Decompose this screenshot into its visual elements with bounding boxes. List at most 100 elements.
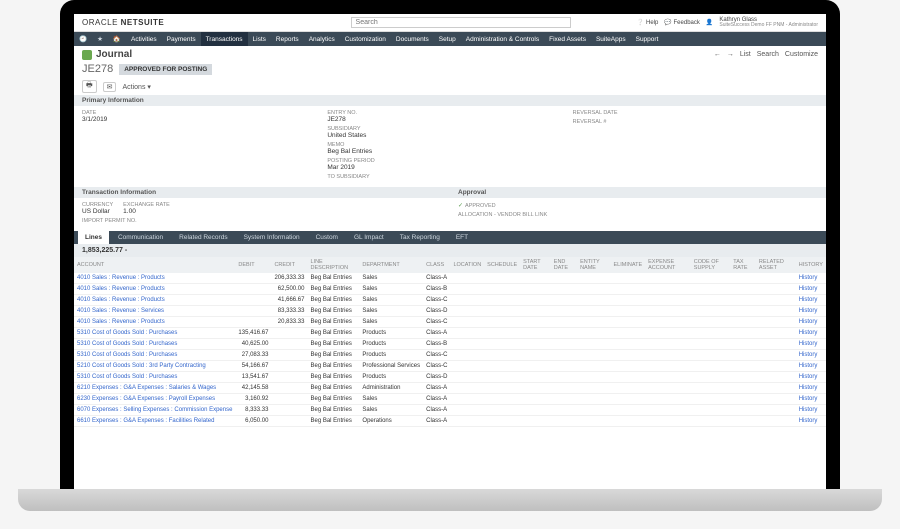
nav-icon[interactable]: ★ [92,32,108,46]
history-link[interactable]: History [796,295,826,306]
list-link[interactable]: List [740,51,751,58]
nav-item-documents[interactable]: Documents [391,32,434,46]
table-row[interactable]: 6610 Expenses : G&A Expenses : Facilitie… [74,416,826,427]
col-header: TAX RATE [730,257,756,273]
entity-cell [577,416,610,427]
account-cell[interactable]: 5310 Cost of Goods Sold : Purchases [74,339,235,350]
customize-link[interactable]: Customize [785,51,818,58]
account-cell[interactable]: 6610 Expenses : G&A Expenses : Facilitie… [74,416,235,427]
nav-item-payments[interactable]: Payments [162,32,201,46]
desc-cell: Beg Bal Entries [307,306,359,317]
account-cell[interactable]: 4010 Sales : Revenue : Services [74,306,235,317]
history-link[interactable]: History [796,350,826,361]
user-menu[interactable]: Kathryn Glass SuiteSuccess Demo FF PNM -… [719,17,818,28]
nav-item-activities[interactable]: Activities [126,32,162,46]
history-link[interactable]: History [796,317,826,328]
table-row[interactable]: 4010 Sales : Revenue : Products206,333.3… [74,273,826,284]
feedback-link[interactable]: 💬 Feedback [664,19,700,26]
account-cell[interactable]: 5310 Cost of Goods Sold : Purchases [74,350,235,361]
email-button[interactable]: ✉ [103,82,117,92]
lines-grid[interactable]: ACCOUNTDEBITCREDITLINE DESCRIPTIONDEPART… [74,257,826,489]
table-row[interactable]: 5310 Cost of Goods Sold : Purchases27,08… [74,350,826,361]
account-cell[interactable]: 5210 Cost of Goods Sold : 3rd Party Cont… [74,361,235,372]
search-input[interactable] [351,17,571,28]
nav-item-customization[interactable]: Customization [340,32,391,46]
account-cell[interactable]: 6070 Expenses : Selling Expenses : Commi… [74,405,235,416]
table-row[interactable]: 5310 Cost of Goods Sold : Purchases13,54… [74,372,826,383]
supply-cell [691,361,730,372]
nav-item-fixed-assets[interactable]: Fixed Assets [544,32,591,46]
table-row[interactable]: 4010 Sales : Revenue : Services83,333.33… [74,306,826,317]
nav-item-lists[interactable]: Lists [248,32,271,46]
account-cell[interactable]: 4010 Sales : Revenue : Products [74,295,235,306]
nav-item-support[interactable]: Support [631,32,664,46]
enddate-cell [551,284,577,295]
history-link[interactable]: History [796,306,826,317]
history-link[interactable]: History [796,361,826,372]
table-row[interactable]: 6070 Expenses : Selling Expenses : Commi… [74,405,826,416]
nav-item-suiteapps[interactable]: SuiteApps [591,32,631,46]
account-cell[interactable]: 4010 Sales : Revenue : Products [74,317,235,328]
table-row[interactable]: 5210 Cost of Goods Sold : 3rd Party Cont… [74,361,826,372]
actions-menu[interactable]: Actions ▾ [122,83,150,91]
enddate-cell [551,273,577,284]
history-link[interactable]: History [796,394,826,405]
nav-forward[interactable]: → [727,51,734,58]
table-row[interactable]: 4010 Sales : Revenue : Products62,500.00… [74,284,826,295]
search-link[interactable]: Search [757,51,779,58]
eliminate-cell [611,284,646,295]
tab-lines[interactable]: Lines [78,231,109,244]
tab-related-records[interactable]: Related Records [172,231,234,244]
table-row[interactable]: 5310 Cost of Goods Sold : Purchases40,62… [74,339,826,350]
account-cell[interactable]: 5310 Cost of Goods Sold : Purchases [74,372,235,383]
status-badge: APPROVED FOR POSTING [119,64,212,75]
startdate-cell [520,405,551,416]
history-link[interactable]: History [796,273,826,284]
asset-cell [756,328,796,339]
history-link[interactable]: History [796,328,826,339]
tab-communication[interactable]: Communication [111,231,170,244]
nav-back[interactable]: ← [714,51,721,58]
account-cell[interactable]: 4010 Sales : Revenue : Products [74,273,235,284]
tab-gl-impact[interactable]: GL Impact [347,231,391,244]
taxrate-cell [730,405,756,416]
account-cell[interactable]: 4010 Sales : Revenue : Products [74,284,235,295]
tab-eft[interactable]: EFT [449,231,475,244]
nav-icon[interactable]: 🏠 [108,32,126,46]
col-header: DEBIT [235,257,271,273]
print-button[interactable]: 🖶 [82,80,97,93]
class-cell: Class-A [423,405,450,416]
history-link[interactable]: History [796,372,826,383]
history-link[interactable]: History [796,416,826,427]
help-link[interactable]: ❔ Help [637,19,658,26]
table-row[interactable]: 4010 Sales : Revenue : Products41,666.67… [74,295,826,306]
account-cell[interactable]: 6210 Expenses : G&A Expenses : Salaries … [74,383,235,394]
nav-item-administration-controls[interactable]: Administration & Controls [461,32,544,46]
table-row[interactable]: 4010 Sales : Revenue : Products 20,833.33… [74,317,826,328]
credit-cell: 20,833.33 [271,317,307,328]
eliminate-cell [611,273,646,284]
nav-icon[interactable]: 🕘 [74,32,92,46]
account-cell[interactable]: 6230 Expenses : G&A Expenses : Payroll E… [74,394,235,405]
tab-custom[interactable]: Custom [309,231,345,244]
history-link[interactable]: History [796,284,826,295]
account-cell[interactable]: 5310 Cost of Goods Sold : Purchases [74,328,235,339]
col-header: DEPARTMENT [359,257,423,273]
history-link[interactable]: History [796,383,826,394]
table-row[interactable]: 6230 Expenses : G&A Expenses : Payroll E… [74,394,826,405]
tab-tax-reporting[interactable]: Tax Reporting [393,231,447,244]
history-link[interactable]: History [796,405,826,416]
nav-item-transactions[interactable]: Transactions [201,32,248,46]
table-row[interactable]: 6210 Expenses : G&A Expenses : Salaries … [74,383,826,394]
table-row[interactable]: 5310 Cost of Goods Sold : Purchases135,4… [74,328,826,339]
taxrate-cell [730,328,756,339]
nav-item-setup[interactable]: Setup [434,32,461,46]
nav-item-analytics[interactable]: Analytics [304,32,340,46]
startdate-cell [520,416,551,427]
tab-system-information[interactable]: System Information [237,231,307,244]
global-search[interactable] [351,17,571,28]
nav-item-reports[interactable]: Reports [271,32,304,46]
entity-cell [577,339,610,350]
history-link[interactable]: History [796,339,826,350]
eliminate-cell [611,372,646,383]
